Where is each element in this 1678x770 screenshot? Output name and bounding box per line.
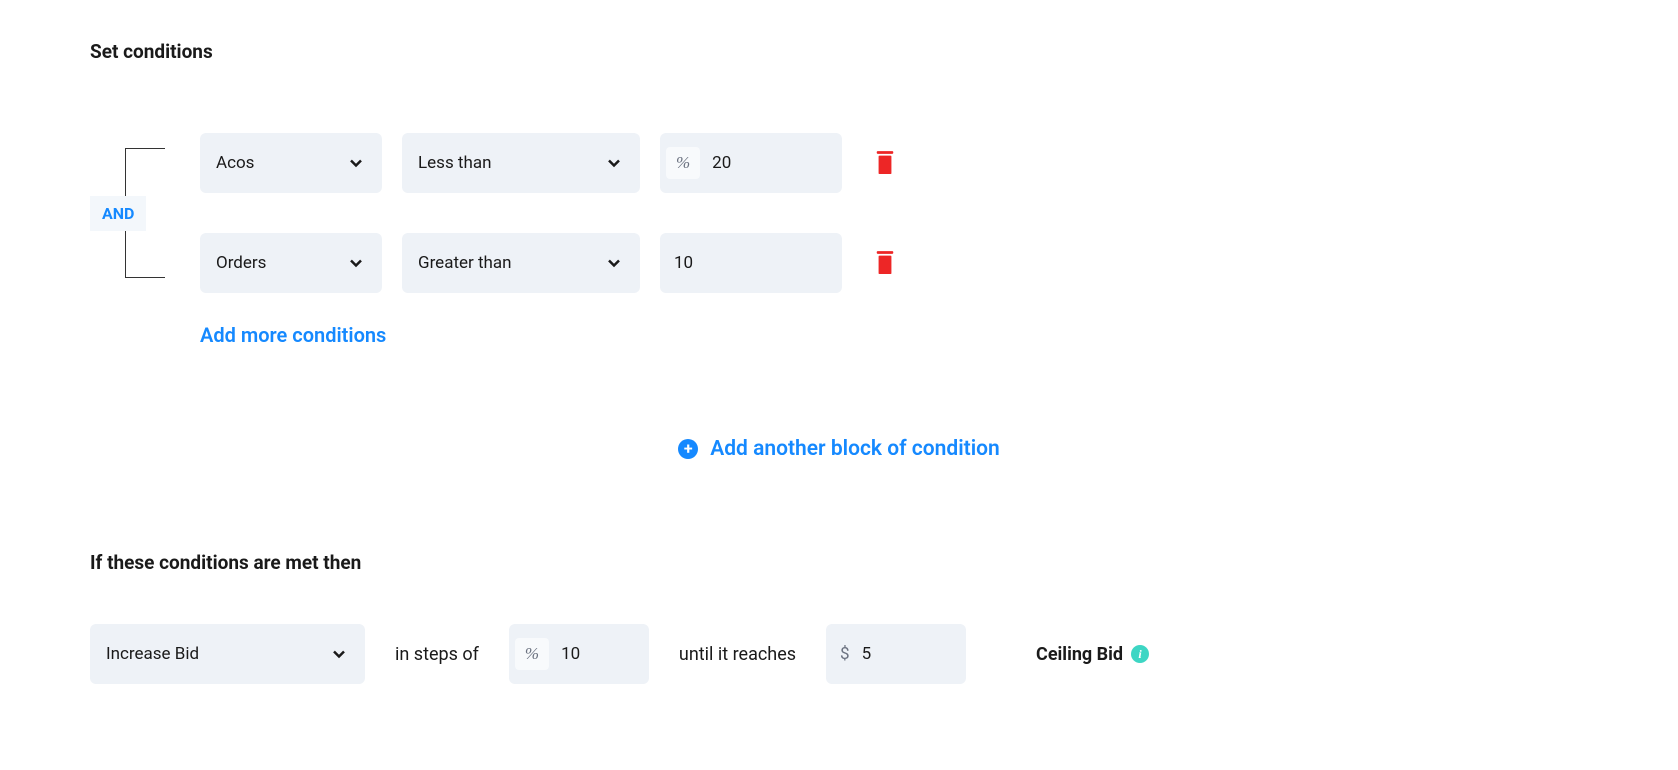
chevron-down-icon	[346, 153, 366, 173]
add-more-conditions-link[interactable]: Add more conditions	[200, 323, 386, 347]
conditions-block: AND Acos Less than % 20	[90, 133, 1588, 293]
add-block-link[interactable]: + Add another block of condition	[678, 437, 1000, 461]
action-type-select[interactable]: Increase Bid	[90, 624, 365, 684]
dollar-prefix: $	[840, 644, 850, 664]
metric-value: Acos	[216, 153, 254, 173]
delete-button[interactable]	[874, 150, 896, 176]
condition-row: Acos Less than % 20	[200, 133, 896, 193]
add-block-label: Add another block of condition	[710, 437, 1000, 461]
value-input[interactable]: 10	[660, 233, 842, 293]
set-conditions-title: Set conditions	[90, 40, 1588, 63]
steps-input[interactable]: % 10	[509, 624, 649, 684]
percent-prefix: %	[515, 638, 549, 670]
and-badge: AND	[90, 196, 146, 231]
ceiling-bid-label: Ceiling Bid	[1036, 644, 1123, 665]
chevron-down-icon	[604, 253, 624, 273]
chevron-down-icon	[604, 153, 624, 173]
delete-button[interactable]	[874, 250, 896, 276]
until-value: 5	[862, 644, 872, 664]
metric-value: Orders	[216, 253, 266, 273]
percent-prefix: %	[666, 147, 700, 179]
action-type-value: Increase Bid	[106, 644, 199, 664]
add-block-row: + Add another block of condition	[90, 437, 1588, 461]
value-text: 10	[674, 253, 693, 273]
ceiling-bid-group: Ceiling Bid i	[1036, 644, 1149, 665]
metric-select[interactable]: Orders	[200, 233, 382, 293]
steps-value: 10	[561, 644, 580, 664]
trash-icon	[874, 250, 896, 276]
operator-select[interactable]: Less than	[402, 133, 640, 193]
value-text: 20	[712, 153, 731, 173]
chevron-down-icon	[346, 253, 366, 273]
action-row: Increase Bid in steps of % 10 until it r…	[90, 624, 1588, 684]
operator-select[interactable]: Greater than	[402, 233, 640, 293]
condition-row: Orders Greater than 10	[200, 233, 896, 293]
condition-rows: Acos Less than % 20 Orders	[200, 133, 896, 293]
plus-circle-icon: +	[678, 439, 698, 459]
operator-value: Greater than	[418, 253, 512, 273]
steps-label: in steps of	[395, 644, 479, 665]
metric-select[interactable]: Acos	[200, 133, 382, 193]
operator-value: Less than	[418, 153, 492, 173]
until-input[interactable]: $ 5	[826, 624, 966, 684]
info-icon[interactable]: i	[1131, 645, 1149, 663]
value-input[interactable]: % 20	[660, 133, 842, 193]
logic-connector: AND	[90, 133, 200, 293]
trash-icon	[874, 150, 896, 176]
action-section-title: If these conditions are met then	[90, 551, 1588, 574]
until-label: until it reaches	[679, 644, 796, 665]
chevron-down-icon	[329, 644, 349, 664]
